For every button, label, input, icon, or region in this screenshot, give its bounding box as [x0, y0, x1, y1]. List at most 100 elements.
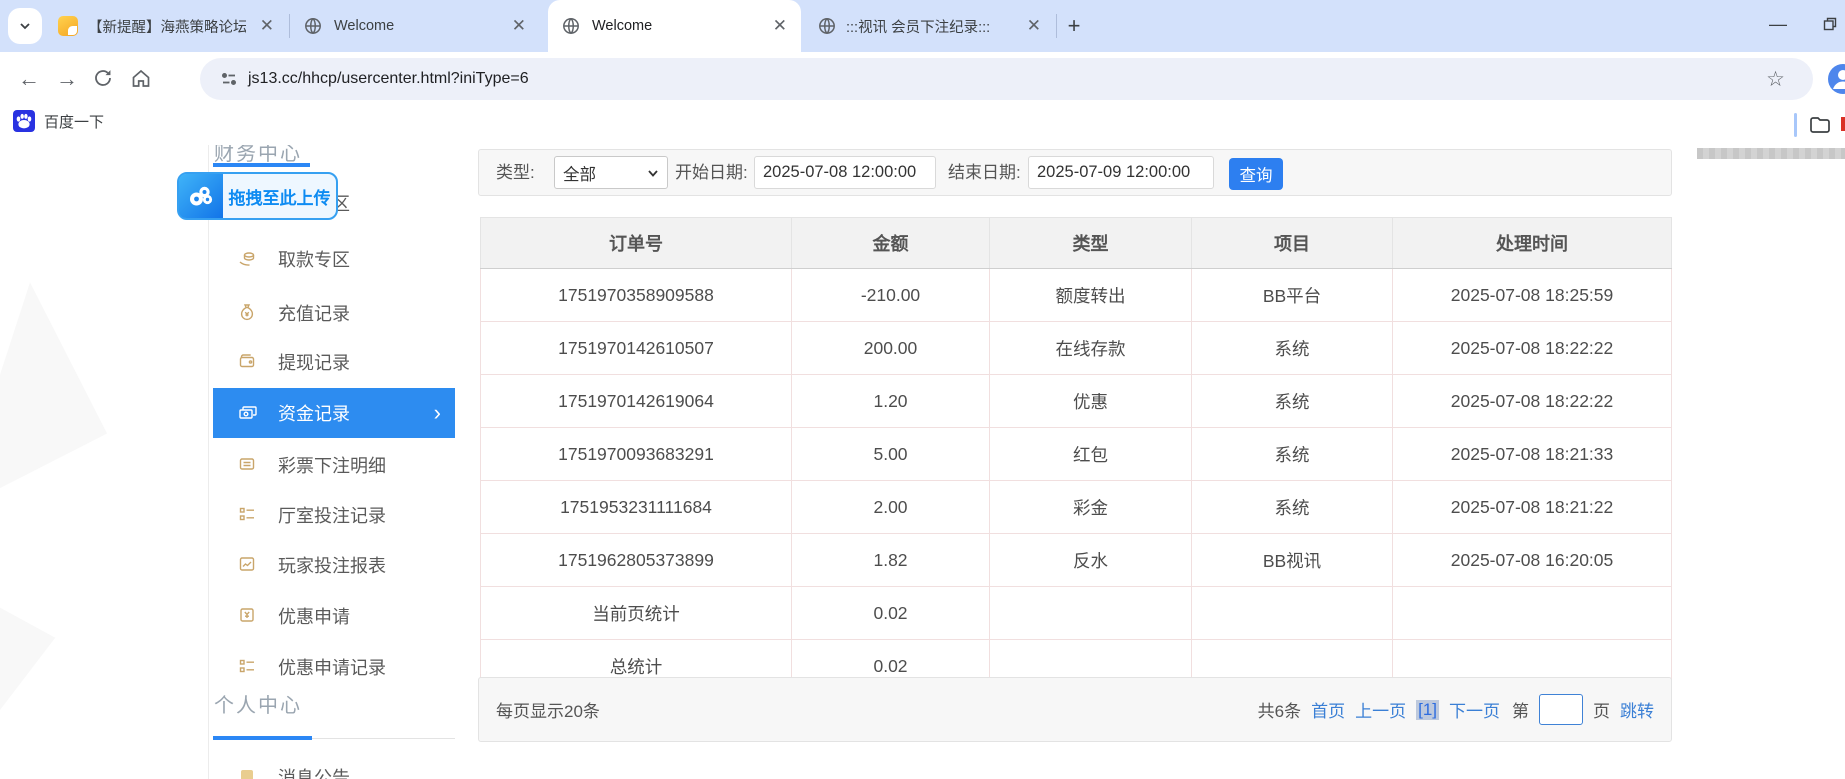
jump-button[interactable]: 跳转 [1620, 697, 1654, 722]
bookmarks-bar: 百度一下 [0, 105, 1845, 146]
back-icon[interactable]: ← [18, 52, 40, 105]
banknotes-icon [238, 403, 258, 423]
profile-avatar[interactable] [1826, 62, 1845, 101]
sidebar-item-label: 充值记录 [278, 300, 350, 326]
tab-title: Welcome [592, 18, 652, 34]
cell-summary-label: 当前页统计 [481, 587, 792, 640]
tab-forum[interactable]: 【新提醒】海燕策略论坛综合交 ✕ [48, 0, 286, 52]
sidebar-item-withdraw-zone[interactable]: 取款专区 [213, 234, 455, 284]
cell-project: BB视讯 [1192, 534, 1393, 587]
sidebar-item-label: 玩家投注报表 [278, 552, 386, 578]
start-date-input[interactable] [754, 156, 936, 189]
sidebar-item-promo-apply-records[interactable]: 优惠申请记录 [213, 642, 455, 692]
sidebar-item-label: 资金记录 [278, 400, 350, 426]
cell-order: 1751970358909588 [481, 269, 792, 322]
cell-amount: 200.00 [792, 322, 990, 375]
tab-welcome-1[interactable]: Welcome ✕ [292, 0, 540, 52]
bookmarks-divider [1794, 113, 1797, 137]
tab-search-button[interactable] [8, 8, 42, 44]
table-row: 17519628053738991.82反水BB视讯2025-07-08 16:… [481, 534, 1672, 587]
current-page[interactable]: [1] [1416, 700, 1439, 720]
tab-title: :::视讯 会员下注纪录::: [846, 16, 1006, 37]
home-icon[interactable] [130, 67, 152, 94]
cell-time: 2025-07-08 16:20:05 [1393, 534, 1672, 587]
search-button[interactable]: 查询 [1229, 158, 1283, 190]
address-bar[interactable]: js13.cc/hhcp/usercenter.html?iniType=6 ☆ [200, 58, 1813, 100]
maximize-button[interactable] [1822, 16, 1838, 37]
globe-icon [818, 17, 836, 35]
col-header-project: 项目 [1192, 218, 1393, 269]
sidebar-item-hall-bet-records[interactable]: 厅室投注记录 [213, 490, 455, 540]
cell-order: 1751970142610507 [481, 322, 792, 375]
checklist-icon [238, 657, 258, 677]
pagination: 共6条 首页 上一页 [1] 下一页 第 页 跳转 [1258, 694, 1654, 725]
cell-time: 2025-07-08 18:21:22 [1393, 481, 1672, 534]
chart-report-icon [238, 555, 258, 575]
jump-page-input[interactable] [1539, 694, 1583, 725]
cell-project: 系统 [1192, 481, 1393, 534]
chevron-down-icon [647, 167, 659, 179]
cell-order: 1751970142619064 [481, 375, 792, 428]
sidebar-item-label: 取款专区 [278, 246, 350, 272]
cell-project: 系统 [1192, 375, 1393, 428]
url-text[interactable]: js13.cc/hhcp/usercenter.html?iniType=6 [248, 70, 529, 88]
all-bookmarks-folder-icon[interactable] [1808, 113, 1832, 142]
fund-records-table: 订单号 金额 类型 项目 处理时间 1751970358909588-210.0… [480, 217, 1672, 693]
chevron-right-icon: › [434, 403, 441, 423]
cell-amount: 0.02 [792, 587, 990, 640]
sidebar-section-personal: 个人中心 [214, 689, 302, 718]
sidebar-item-announcements[interactable]: 消息公告 [213, 752, 455, 779]
personal-underline-gray [312, 738, 455, 739]
prev-page-link[interactable]: 上一页 [1355, 697, 1406, 722]
close-icon[interactable]: ✕ [1027, 16, 1041, 36]
col-header-time: 处理时间 [1393, 218, 1672, 269]
first-page-link[interactable]: 首页 [1311, 697, 1345, 722]
cell-order: 1751970093683291 [481, 428, 792, 481]
sidebar-item-promo-apply[interactable]: 优惠申请 [213, 591, 455, 641]
sidebar-item-lottery-bet-detail[interactable]: 彩票下注明细 [213, 440, 455, 490]
filter-bar: 类型: 全部 开始日期: 结束日期: 查询 [478, 149, 1672, 196]
sidebar-item-recharge-records[interactable]: 充值记录 [213, 288, 455, 338]
tab-title: Welcome [334, 18, 394, 34]
end-date-input[interactable] [1028, 156, 1214, 189]
netdisk-upload-overlay[interactable]: 拖拽至此上传 [177, 172, 338, 220]
bookmark-baidu[interactable]: 百度一下 [12, 109, 104, 133]
close-icon[interactable]: ✕ [773, 16, 787, 36]
baidu-paw-icon [12, 109, 36, 133]
sidebar-item-label: 优惠申请 [278, 603, 350, 629]
cell-type: 在线存款 [990, 322, 1192, 375]
browser-toolbar: ← → js13.cc/hhcp/usercenter.html?iniType… [0, 52, 1845, 105]
sidebar-item-withdrawal-records[interactable]: 提现记录 [213, 337, 455, 387]
close-icon[interactable]: ✕ [260, 16, 274, 36]
sidebar-item-label: 提现记录 [278, 349, 350, 375]
forum-favicon [58, 16, 78, 36]
tab-welcome-active[interactable]: Welcome ✕ [548, 0, 801, 52]
wallet-icon [238, 352, 258, 372]
tab-video-records[interactable]: :::视讯 会员下注纪录::: ✕ [806, 0, 1053, 52]
upload-overlay-label: 拖拽至此上传 [223, 174, 336, 218]
sidebar-item-player-bet-report[interactable]: 玩家投注报表 [213, 540, 455, 590]
sidebar-item-label: 厅室投注记录 [278, 502, 386, 528]
end-date-label: 结束日期: [948, 150, 1021, 195]
col-header-amount: 金额 [792, 218, 990, 269]
sidebar-divider [208, 145, 209, 779]
type-select-value: 全部 [563, 161, 596, 185]
type-select[interactable]: 全部 [554, 156, 668, 189]
minimize-button[interactable]: — [1766, 14, 1790, 35]
sidebar-item-fund-records[interactable]: 资金记录 › [213, 388, 455, 438]
cell-amount: 1.20 [792, 375, 990, 428]
bookmark-star-icon[interactable]: ☆ [1766, 67, 1785, 92]
next-page-link[interactable]: 下一页 [1449, 697, 1500, 722]
jump-suffix: 页 [1593, 697, 1610, 722]
money-bag-icon [238, 303, 258, 323]
close-icon[interactable]: ✕ [512, 16, 526, 36]
reload-icon[interactable] [92, 67, 114, 94]
site-settings-icon[interactable] [220, 70, 238, 88]
new-tab-button[interactable]: + [1060, 12, 1088, 40]
table-summary-row: 当前页统计0.02 [481, 587, 1672, 640]
cell-empty [1393, 587, 1672, 640]
cell-empty [990, 587, 1192, 640]
type-label: 类型: [496, 150, 535, 195]
globe-icon [304, 17, 322, 35]
forward-icon[interactable]: → [56, 52, 78, 105]
